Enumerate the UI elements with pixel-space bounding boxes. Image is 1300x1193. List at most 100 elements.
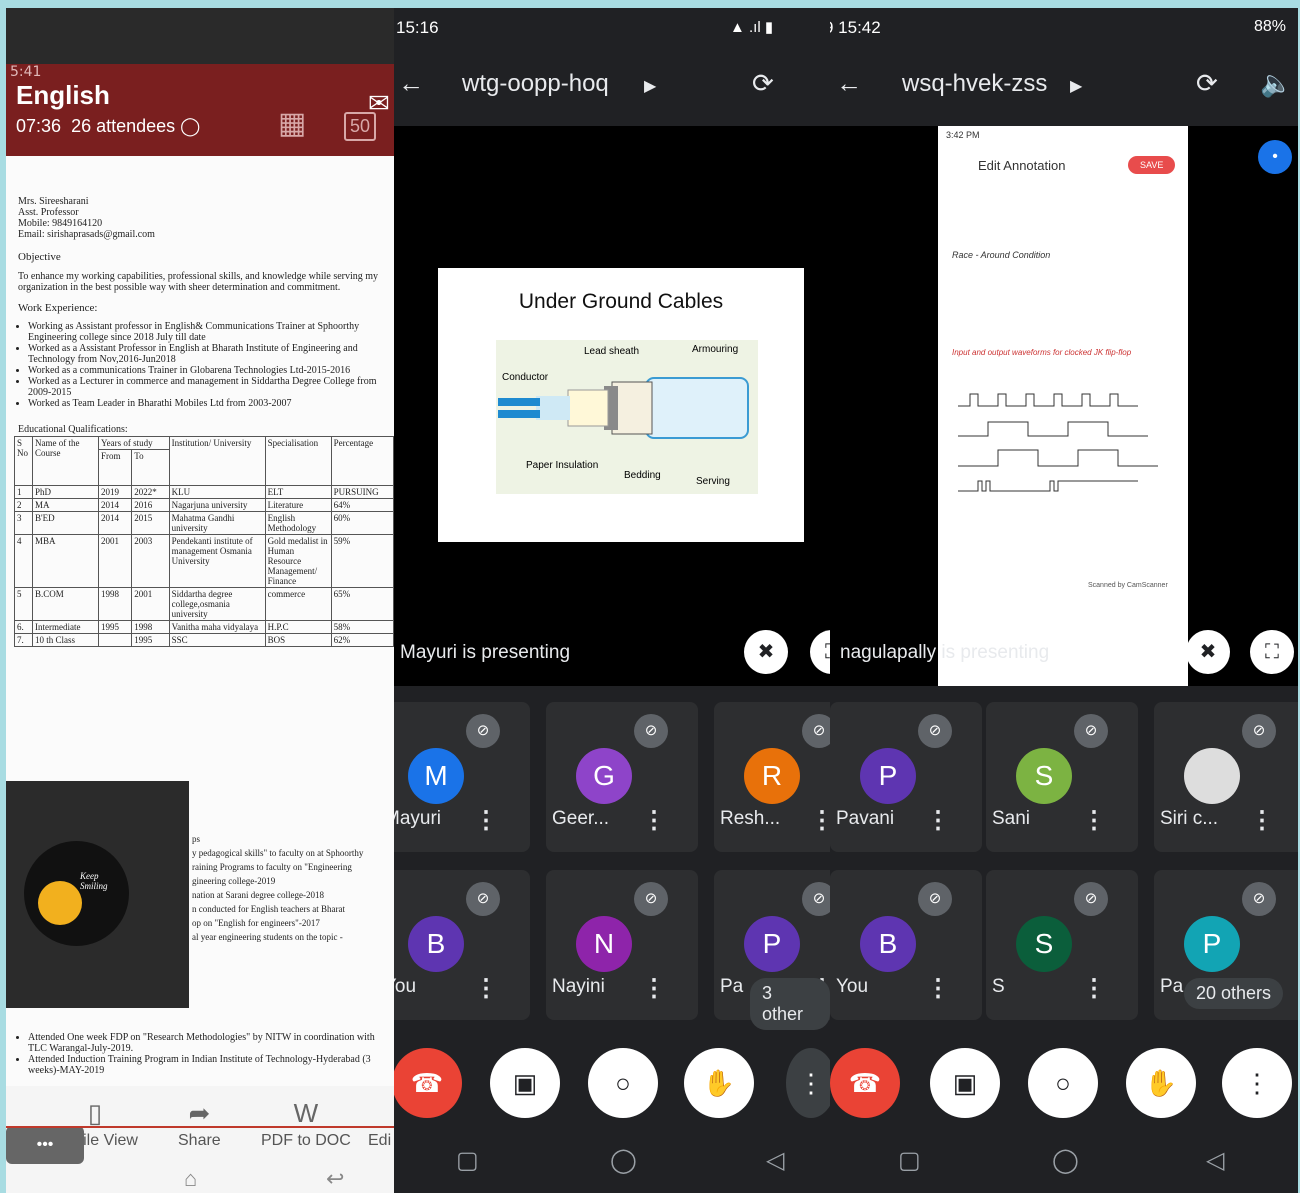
meet-panel-1: 15:16 ▲ .ıl ▮ ← wtg-oopp-hoq ▶ ⟳ Under G… [394, 8, 830, 1193]
fullscreen-button[interactable]: ⛶ [1250, 630, 1294, 674]
resume-name: Mrs. Sireesharani [18, 196, 89, 207]
avatar: S [1016, 748, 1072, 804]
text-line: al year engineering students on the topi… [192, 932, 343, 942]
back-arrow-icon[interactable]: ← [836, 68, 862, 99]
others-count[interactable]: 3 other [750, 978, 830, 1030]
mic-off-button[interactable]: ○ [1028, 1048, 1098, 1118]
profile-picture: Keep Smiling [24, 841, 129, 946]
meeting-code[interactable]: wsq-hvek-zss [902, 70, 1047, 98]
participant-tile[interactable]: ⊘ Siri c... ⋮ [1154, 702, 1298, 852]
mic-muted-icon: ⊘ [802, 882, 830, 916]
table-cell: 2 [14, 498, 33, 512]
back-icon[interactable]: ↩ [326, 1166, 344, 1192]
more-options-button[interactable]: ••• [6, 1126, 84, 1164]
grid-icon[interactable]: ▦ [278, 106, 306, 141]
list-item: Worked as a Lecturer in commerce and man… [28, 376, 390, 398]
table-row: 3 B'ED 2014 2015 Mahatma Gandhi university En… [14, 511, 394, 535]
presentation-stage: • 3:42 PM Edit Annotation SAVE Race - Ar… [830, 126, 1298, 686]
participant-tile[interactable]: ⊘M Mayuri ⋮ [394, 702, 530, 852]
chat-icon[interactable]: ✉ [368, 88, 390, 119]
end-call-button[interactable]: ☎ [394, 1048, 462, 1118]
more-options-button[interactable]: ⋮ [786, 1048, 830, 1118]
participant-tile[interactable]: ⊘ N Nayini ⋮ [546, 870, 698, 1020]
share-button[interactable]: ➦ Share [178, 1098, 221, 1150]
mic-muted-icon: ⊘ [1074, 882, 1108, 916]
participant-tile[interactable]: ⊘B You ⋮ [394, 870, 530, 1020]
table-cell: H.P.C [264, 620, 332, 634]
avatar: P [860, 748, 916, 804]
pdf-to-doc-button[interactable]: W PDF to DOC [261, 1098, 351, 1150]
participant-tile[interactable]: ⊘ S S ⋮ [986, 870, 1138, 1020]
end-call-button[interactable]: ☎ [830, 1048, 900, 1118]
unpin-button[interactable]: ✖ [1186, 630, 1230, 674]
table-cell: 5 [14, 587, 33, 621]
participant-tile[interactable]: ⊘B You ⋮ [830, 870, 982, 1020]
table-cell: Intermediate [32, 620, 99, 634]
table-cell: BOS [264, 633, 332, 647]
participant-menu-icon[interactable]: ⋮ [642, 974, 666, 1003]
table-cell: 1 [14, 485, 33, 499]
mic-off-button[interactable]: ○ [588, 1048, 658, 1118]
meeting-code[interactable]: wtg-oopp-hoq [462, 70, 609, 98]
participant-name: Pa [1160, 976, 1184, 997]
diagram-label: Serving [696, 476, 730, 487]
table-cell: 2001 [97, 534, 133, 588]
participant-tile[interactable]: ⊘ P Pavani ⋮ [830, 702, 982, 852]
table-cell: 2022* [131, 485, 170, 499]
home-icon[interactable]: ◯ [610, 1146, 637, 1175]
participant-tile[interactable]: ⊘ R Resh... ⋮ [714, 702, 830, 852]
participant-name: Nayini [552, 976, 605, 997]
self-video-thumbnail[interactable]: Keep Smiling [6, 781, 189, 1008]
mic-muted-icon: ⊘ [634, 882, 668, 916]
back-arrow-icon[interactable]: ← [398, 68, 424, 99]
participant-menu-icon[interactable]: ⋮ [1082, 974, 1106, 1003]
chevron-right-icon[interactable]: ▶ [644, 76, 656, 96]
edit-button[interactable]: Edi [368, 1098, 391, 1150]
attendee-count: 26 attendees [71, 116, 176, 136]
resume-email: Email: sirishaprasads@gmail.com [18, 229, 155, 240]
presenting-label: Mayuri is presenting [400, 642, 571, 663]
table-cell: SSC [168, 633, 266, 647]
table-cell: 58% [330, 620, 394, 634]
table-header: To [131, 449, 170, 486]
participant-menu-icon[interactable]: ⋮ [1250, 806, 1274, 835]
chevron-right-icon[interactable]: ▶ [1070, 76, 1082, 96]
recents-icon[interactable]: ▢ [456, 1146, 479, 1175]
switch-camera-icon[interactable]: ⟳ [752, 68, 774, 99]
text-line: nation at Sarani degree college-2018 [192, 890, 324, 900]
switch-camera-icon[interactable]: ⟳ [1196, 68, 1218, 99]
participant-menu-icon[interactable]: ⋮ [1082, 806, 1106, 835]
others-count[interactable]: 20 others [1184, 978, 1284, 1009]
raise-hand-button[interactable]: ✋ [684, 1048, 754, 1118]
table-cell: 1995 [97, 620, 133, 634]
back-icon[interactable]: ◁ [1206, 1146, 1224, 1175]
participant-menu-icon[interactable]: ⋮ [642, 806, 666, 835]
more-options-button[interactable]: ⋮ [1222, 1048, 1292, 1118]
recents-icon[interactable]: ▢ [898, 1146, 921, 1175]
text-line: n conducted for English teachers at Bhar… [192, 904, 345, 914]
nav-bar: ▢ ◯ ◁ [394, 1128, 830, 1193]
raise-hand-button[interactable]: ✋ [1126, 1048, 1196, 1118]
participant-tile[interactable]: ⊘ S Sani ⋮ [986, 702, 1138, 852]
camera-off-button[interactable]: ▣ [490, 1048, 560, 1118]
camera-off-button[interactable]: ▣ [930, 1048, 1000, 1118]
participant-name: Pavani [836, 808, 895, 829]
participant-menu-icon[interactable]: ⋮ [926, 974, 950, 1003]
shared-phone-screen: 3:42 PM Edit Annotation SAVE Race - Arou… [938, 126, 1188, 686]
participant-menu-icon[interactable]: ⋮ [926, 806, 950, 835]
mic-muted-icon: ⊘ [466, 714, 500, 748]
participant-name: Siri c... [1160, 808, 1219, 829]
speaker-icon[interactable]: 🔈 [1260, 68, 1292, 99]
mic-muted-icon: ⊘ [466, 882, 500, 916]
table-cell: 4 [14, 534, 33, 588]
unpin-button[interactable]: ✖ [744, 630, 788, 674]
home-icon[interactable]: ⌂ [184, 1166, 197, 1192]
participant-menu-icon[interactable]: ⋮ [474, 974, 498, 1003]
home-icon[interactable]: ◯ [1052, 1146, 1079, 1175]
text-line: op on "English for engineers"-2017 [192, 918, 320, 928]
participant-menu-icon[interactable]: ⋮ [474, 806, 498, 835]
participant-tile[interactable]: ⊘ G Geer... ⋮ [546, 702, 698, 852]
back-icon[interactable]: ◁ [766, 1146, 784, 1175]
participant-menu-icon[interactable]: ⋮ [810, 806, 830, 835]
shared-slide: Under Ground Cables Lead sheath Armourin… [438, 268, 804, 542]
